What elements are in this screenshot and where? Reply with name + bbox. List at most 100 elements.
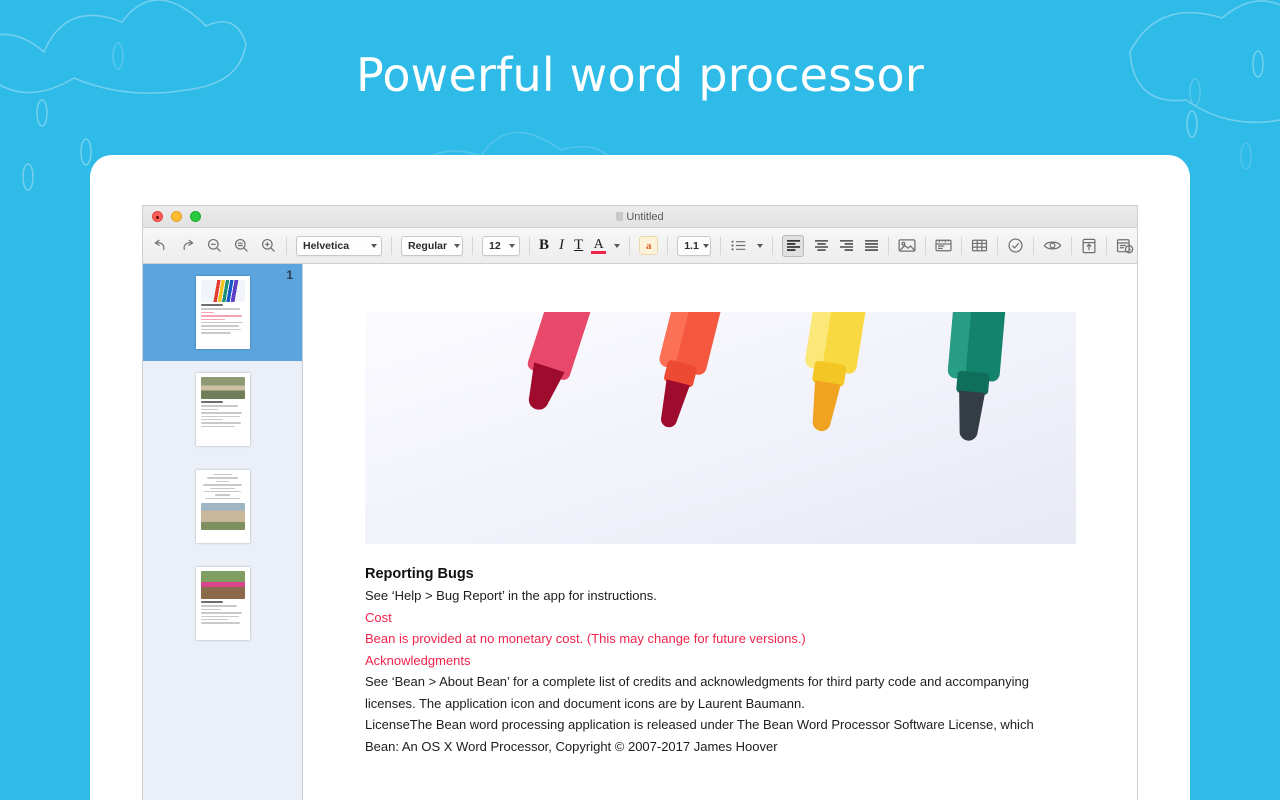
thumbnail-line bbox=[200, 612, 242, 614]
thumbnail-line bbox=[200, 408, 219, 411]
chevron-down-icon bbox=[757, 243, 764, 248]
thumbnail-line bbox=[200, 608, 221, 611]
bullet-list-button[interactable] bbox=[725, 233, 752, 259]
preview-button[interactable] bbox=[1038, 233, 1067, 259]
promo-headline: Powerful word processor bbox=[356, 48, 924, 102]
align-left-state bbox=[782, 234, 805, 257]
thumbnail-line bbox=[200, 601, 224, 604]
thumbnail-line bbox=[215, 480, 230, 483]
thumbnail-line bbox=[204, 497, 241, 500]
redo-button[interactable] bbox=[174, 233, 201, 259]
document-history-icon bbox=[1117, 238, 1134, 253]
thumbnail-image bbox=[200, 503, 245, 531]
text-color-glyph: A bbox=[593, 236, 604, 252]
align-justify-button[interactable] bbox=[859, 233, 884, 259]
doc-paragraph-license: LicenseThe Bean word processing applicat… bbox=[365, 717, 1034, 732]
thumbnail-line bbox=[200, 325, 240, 327]
insert-image-button[interactable] bbox=[893, 233, 921, 259]
toolbar-divider bbox=[391, 236, 392, 255]
thumbnail-line bbox=[200, 332, 232, 334]
thumbnail-line bbox=[200, 318, 225, 320]
thumbnail-line bbox=[200, 308, 241, 310]
thumbnail-line bbox=[212, 474, 233, 476]
doc-paragraph: See ‘Help > Bug Report’ in the app for i… bbox=[365, 588, 657, 603]
chevron-down-icon bbox=[702, 243, 709, 248]
insert-image-icon bbox=[898, 239, 916, 252]
chevron-down-icon bbox=[509, 243, 515, 248]
page-thumbnail-4[interactable] bbox=[143, 555, 302, 652]
colored-markers-photo bbox=[365, 312, 1076, 544]
toolbar-divider bbox=[1106, 236, 1108, 255]
thumbnail-image bbox=[200, 377, 245, 399]
font-style-select[interactable]: Regular bbox=[396, 233, 468, 259]
zoom-in-button[interactable] bbox=[255, 233, 282, 259]
ruler-button[interactable] bbox=[930, 233, 957, 259]
thumbnail-line bbox=[200, 418, 223, 421]
redo-icon bbox=[183, 239, 194, 250]
toolbar-divider bbox=[472, 236, 473, 255]
hero-image[interactable] bbox=[365, 312, 1076, 544]
doc-paragraph-cost-heading: Cost bbox=[365, 609, 392, 625]
italic-button[interactable]: I bbox=[554, 233, 569, 259]
zoom-actual-size-button[interactable] bbox=[228, 233, 255, 259]
window-title: Untitled bbox=[143, 211, 1137, 223]
document-scroll-area[interactable]: Reporting Bugs See ‘Help > Bug Report’ i… bbox=[303, 264, 1137, 800]
font-style-value: Regular bbox=[408, 239, 448, 252]
align-right-icon bbox=[840, 240, 854, 251]
thumbnail-line bbox=[214, 494, 231, 496]
line-spacing-select[interactable]: 1.1 bbox=[672, 233, 716, 259]
font-size-select[interactable]: 12 bbox=[477, 233, 525, 259]
document-text[interactable]: Reporting Bugs See ‘Help > Bug Report’ i… bbox=[365, 544, 1075, 757]
chevron-down-icon bbox=[371, 243, 377, 248]
page-thumbnail-3[interactable] bbox=[143, 458, 302, 555]
bold-button[interactable]: B bbox=[534, 233, 554, 259]
document-icon bbox=[616, 211, 624, 221]
document-page[interactable]: Reporting Bugs See ‘Help > Bug Report’ i… bbox=[303, 264, 1137, 757]
align-center-icon bbox=[815, 240, 829, 251]
bullet-list-menu-button[interactable] bbox=[752, 233, 768, 259]
page-thumbnail-2[interactable] bbox=[143, 361, 302, 458]
thumbnail-line bbox=[200, 412, 242, 414]
underline-button[interactable]: T bbox=[569, 233, 588, 259]
align-right-button[interactable] bbox=[834, 233, 859, 259]
page-thumbnail-1[interactable]: 1 bbox=[143, 264, 302, 361]
thumbnail-line bbox=[210, 487, 235, 489]
thumbnail-preview bbox=[195, 567, 250, 640]
font-size-value: 12 bbox=[489, 239, 501, 252]
thumbnail-line bbox=[200, 425, 235, 428]
zoom-out-button[interactable] bbox=[201, 233, 228, 259]
thumbnail-image bbox=[200, 571, 245, 599]
thumbnail-line bbox=[200, 401, 224, 404]
thumbnail-line bbox=[206, 477, 239, 479]
thumbnail-image bbox=[200, 280, 245, 302]
doc-paragraph-acknowledgments-heading: Acknowledgments bbox=[365, 652, 471, 668]
page-thumbnail-sidebar[interactable]: 1 bbox=[143, 264, 303, 800]
formatting-toolbar: Helvetica Regular 12 B I T A a 1.1 bbox=[143, 228, 1137, 264]
thumbnail-line bbox=[200, 328, 241, 331]
zoom-in-icon bbox=[261, 238, 275, 252]
preview-eye-icon bbox=[1043, 241, 1062, 250]
font-family-select[interactable]: Helvetica bbox=[291, 233, 387, 259]
bullet-list-icon bbox=[731, 240, 746, 251]
text-color-menu-button[interactable] bbox=[609, 233, 625, 259]
highlight-button[interactable]: a bbox=[634, 233, 663, 259]
align-left-button[interactable] bbox=[777, 233, 809, 259]
toolbar-divider bbox=[529, 236, 530, 255]
chevron-down-icon bbox=[454, 243, 461, 248]
window-title-text: Untitled bbox=[626, 210, 664, 223]
thumbnail-line bbox=[200, 622, 241, 624]
undo-button[interactable] bbox=[147, 233, 174, 259]
app-window: Untitled Helvetica Regular 12 B I T A a … bbox=[142, 205, 1138, 800]
page-setup-button[interactable] bbox=[1076, 233, 1102, 259]
font-family-value: Helvetica bbox=[303, 239, 350, 252]
chevron-down-icon bbox=[614, 243, 621, 248]
document-history-button[interactable] bbox=[1111, 233, 1137, 259]
doc-paragraph-acknowledgments-body: See ‘Bean > About Bean’ for a complete l… bbox=[365, 674, 1029, 711]
align-left-icon bbox=[786, 240, 800, 251]
text-color-swatch bbox=[591, 250, 607, 254]
thumbnail-line bbox=[203, 484, 242, 486]
text-color-button[interactable]: A bbox=[588, 233, 609, 259]
spellcheck-button[interactable] bbox=[1002, 233, 1029, 259]
align-center-button[interactable] bbox=[809, 233, 834, 259]
insert-table-button[interactable] bbox=[966, 233, 993, 259]
